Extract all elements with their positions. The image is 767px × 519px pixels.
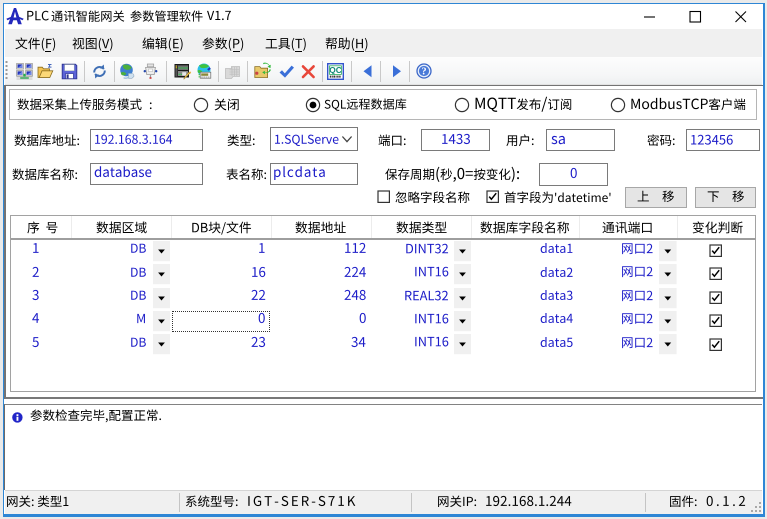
svg-text:?: ? (422, 67, 427, 78)
svg-text:QC: QC (329, 65, 342, 75)
